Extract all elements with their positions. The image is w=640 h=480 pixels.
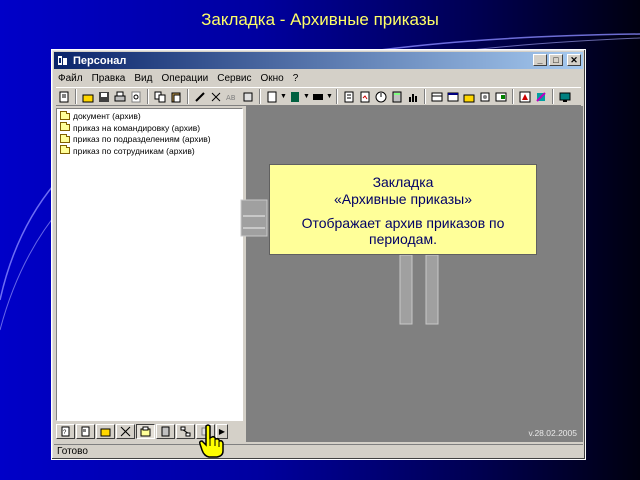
window-title: Персонал: [73, 54, 127, 67]
menu-edit[interactable]: Правка: [92, 73, 126, 84]
find-icon[interactable]: [241, 90, 255, 104]
maximize-button[interactable]: □: [549, 54, 563, 66]
tab-folders[interactable]: [96, 424, 115, 439]
calendar-icon[interactable]: [446, 90, 460, 104]
chart-icon[interactable]: [406, 90, 420, 104]
info-callout: Закладка «Архивные приказы» Отображает а…: [269, 164, 537, 255]
tab-archive-orders[interactable]: [136, 424, 155, 439]
monitor-icon[interactable]: [558, 90, 572, 104]
window-titlebar[interactable]: Персонал _ □ ✕: [54, 52, 583, 69]
help-icon[interactable]: [494, 90, 508, 104]
minimize-button[interactable]: _: [533, 54, 547, 66]
chevron-down-icon[interactable]: ▼: [303, 93, 310, 100]
folder-open-icon: [60, 110, 70, 120]
timer-icon[interactable]: [374, 90, 388, 104]
menu-help[interactable]: ?: [293, 73, 299, 84]
tree-item-employees-archive[interactable]: приказ по сотрудникам (архив): [57, 145, 242, 157]
svg-text:AB: AB: [226, 94, 236, 102]
toolbar-separator: [187, 89, 189, 104]
save-icon[interactable]: [97, 90, 111, 104]
tree-item-document-archive[interactable]: документ (архив): [57, 110, 242, 122]
tree-item-business-trip-archive[interactable]: приказ на командировку (архив): [57, 122, 242, 134]
copy-icon[interactable]: [153, 90, 167, 104]
tab-documents[interactable]: ?: [56, 424, 75, 439]
folder-icon: [60, 133, 70, 143]
tree-panel: документ (архив) приказ на командировку …: [56, 108, 243, 421]
hand-cursor-icon: [199, 424, 224, 458]
tree-item-label: приказ на командировку (архив): [73, 122, 201, 133]
tree-item-departments-archive[interactable]: приказ по подразделениям (архив): [57, 133, 242, 145]
toolbar-separator: [75, 89, 77, 104]
edit-icon[interactable]: [193, 90, 207, 104]
callout-subtitle: «Архивные приказы»: [334, 191, 472, 207]
tree-item-label: приказ по сотрудникам (архив): [73, 145, 195, 156]
toolbar-separator: [512, 89, 514, 104]
tools-icon[interactable]: [534, 90, 548, 104]
callout-title: Закладка: [372, 174, 434, 190]
cut-icon[interactable]: [209, 90, 223, 104]
menu-bar: Файл Правка Вид Операции Сервис Окно ?: [54, 70, 583, 86]
tab-structure[interactable]: [176, 424, 195, 439]
slide-title: Закладка - Архивные приказы: [201, 10, 439, 29]
work-area: v.28.02.2005: [246, 106, 583, 442]
toolbar-separator: [336, 89, 338, 104]
report-icon[interactable]: [358, 90, 372, 104]
properties-icon[interactable]: [311, 90, 325, 104]
tab-calculations[interactable]: [156, 424, 175, 439]
new-doc-icon[interactable]: [57, 90, 71, 104]
toolbar: AB ▼ ▼ ▼: [56, 87, 581, 106]
close-button[interactable]: ✕: [567, 54, 581, 66]
chevron-down-icon[interactable]: ▼: [326, 93, 333, 100]
replace-icon[interactable]: AB: [225, 90, 239, 104]
open-folder-icon[interactable]: [81, 90, 95, 104]
table-icon[interactable]: [430, 90, 444, 104]
toolbar-separator: [424, 89, 426, 104]
scissors-tab-icon: [120, 426, 131, 437]
status-text: Готово: [57, 446, 88, 457]
toolbar-separator: [147, 89, 149, 104]
menu-operations[interactable]: Операции: [161, 73, 208, 84]
tree-item-label: приказ по подразделениям (архив): [73, 134, 211, 145]
list-icon[interactable]: [288, 90, 302, 104]
app-logo-icon: [57, 55, 69, 66]
notes-icon[interactable]: [518, 90, 532, 104]
toolbar-separator: [259, 89, 261, 104]
view-icon[interactable]: [265, 90, 279, 104]
menu-window[interactable]: Окно: [261, 73, 284, 84]
journal-icon[interactable]: [342, 90, 356, 104]
version-label: v.28.02.2005: [528, 428, 577, 438]
menu-service[interactable]: Сервис: [217, 73, 251, 84]
toolbar-separator: [552, 89, 554, 104]
tab-orders[interactable]: [116, 424, 135, 439]
structure-tab-icon: [180, 426, 191, 437]
menu-file[interactable]: Файл: [58, 73, 83, 84]
tree-item-label: документ (архив): [73, 111, 141, 122]
calculator-icon[interactable]: [390, 90, 404, 104]
tab-cards[interactable]: [76, 424, 95, 439]
folder-tab-icon: [100, 428, 111, 437]
archive-tab-icon: [140, 426, 151, 437]
card-tab-icon: [81, 426, 90, 437]
menu-view[interactable]: Вид: [134, 73, 152, 84]
callout-body: Отображает архив приказов по периодам.: [301, 215, 505, 247]
print-icon[interactable]: [113, 90, 127, 104]
folder-icon[interactable]: [462, 90, 476, 104]
status-bar: Готово: [54, 444, 583, 458]
settings-icon[interactable]: [478, 90, 492, 104]
chevron-down-icon[interactable]: ▼: [280, 93, 287, 100]
folder-icon: [60, 145, 70, 155]
preview-icon[interactable]: [129, 90, 143, 104]
document-tab-icon: ?: [61, 426, 70, 437]
folder-icon: [60, 122, 70, 132]
paste-icon[interactable]: [169, 90, 183, 104]
calculator-tab-icon: [161, 426, 170, 437]
